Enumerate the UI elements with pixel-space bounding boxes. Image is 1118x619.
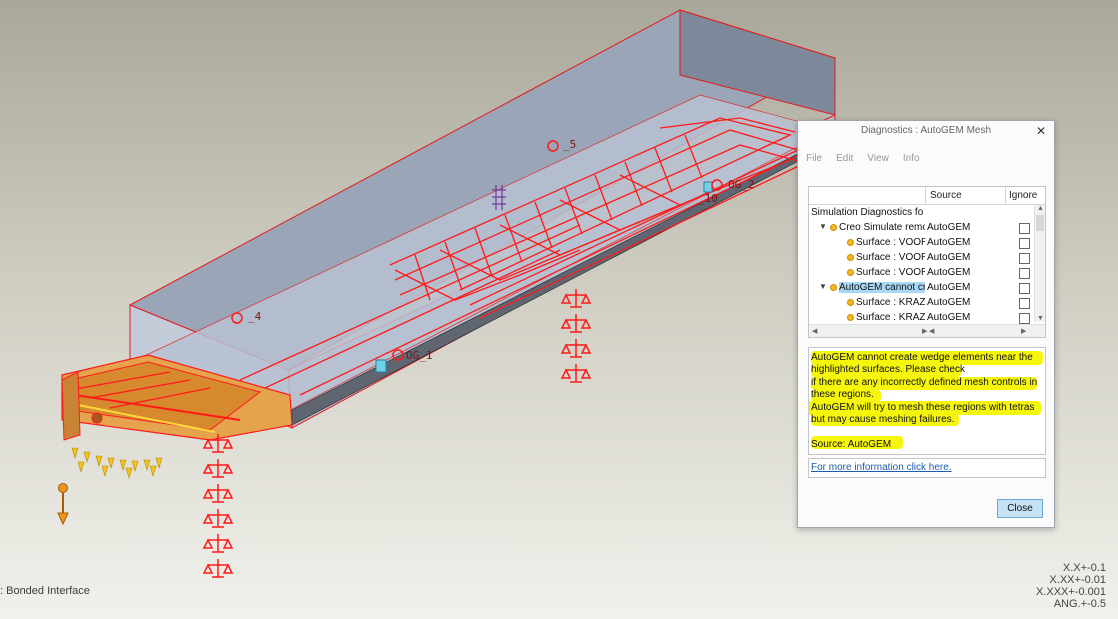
scroll-right-icon[interactable]: ▶ [922,327,927,335]
tolerance-2: X.XX+-0.01 [1049,574,1106,586]
tree-row[interactable]: Surface : KRAZE AutoGEM [809,296,1033,311]
tree-vertical-scrollbar[interactable]: ▲ ▼ [1034,205,1045,322]
ignore-checkbox[interactable] [1019,223,1030,234]
load-marker [57,483,69,526]
expand-toggle-icon[interactable]: ▼ [819,222,827,231]
tree-row-source: AutoGEM [927,222,971,233]
tolerance-3: X.XXX+-0.001 [1035,586,1106,598]
displacement-constraints [71,447,163,480]
warning-dot-icon [830,224,837,231]
warning-dot-icon [847,269,854,276]
diagnostic-message-box: AutoGEM cannot create wedge elements nea… [808,347,1046,455]
expand-toggle-icon[interactable]: ▼ [819,282,827,291]
warning-dot-icon [847,239,854,246]
tree-row-source: AutoGEM [927,297,971,308]
info-link-box: For more information click here. [808,458,1046,478]
dialog-title: Diagnostics : AutoGEM Mesh [860,125,992,136]
diagnostic-message-text: AutoGEM cannot create wedge elements nea… [811,352,1038,450]
warning-dot-icon [830,284,837,291]
more-info-link[interactable]: For more information click here. [811,462,952,473]
ignore-checkbox[interactable] [1019,298,1030,309]
model-label-10: _10 [698,192,718,205]
tree-row-source: AutoGEM [927,252,971,263]
tree-row-source: AutoGEM [927,237,971,248]
tree-row[interactable]: ▼ Creo Simulate remo AutoGEM [809,221,1033,236]
tree-horizontal-scrollbar[interactable]: ◀ ▶ ◀ ▶ [809,324,1045,337]
tree-row-name: Surface : VOORE [856,252,925,263]
scroll-up-icon[interactable]: ▲ [1037,205,1044,212]
tree-row-name: Surface : KRAZE [856,312,925,323]
scroll-left-icon[interactable]: ◀ [812,327,817,335]
tree-row[interactable]: Surface : VOOREAutoGEM [809,266,1033,281]
close-button[interactable]: Close [997,499,1043,518]
ignore-checkbox[interactable] [1019,253,1030,264]
tree-row[interactable]: ▼ AutoGEM cannot cr AutoGEM [809,281,1033,296]
ignore-checkbox[interactable] [1019,283,1030,294]
tree-row-name: Surface : VOORE [856,267,925,278]
tree-row-name: Simulation Diagnostics fo [811,207,924,218]
scroll-right-icon[interactable]: ▶ [1021,327,1026,335]
column-separator[interactable] [925,187,926,204]
status-bonded-interface: : Bonded Interface [0,585,90,597]
tree-row-source: AutoGEM [927,267,971,278]
tolerance-1: X.X+-0.1 [1062,562,1106,574]
tree-row[interactable]: Simulation Diagnostics fo [809,206,1033,221]
scroll-left-icon[interactable]: ◀ [929,327,934,335]
model-label-5: _5 [563,138,577,151]
column-source[interactable]: Source [930,190,962,201]
column-separator[interactable] [1005,187,1006,204]
tree-scroll-thumb[interactable] [1036,215,1044,231]
tree-row-name: Creo Simulate remo [839,222,925,233]
menu-file[interactable]: File [806,153,822,164]
tree-row[interactable]: Surface : VOOREAutoGEM [809,251,1033,266]
tree-row-source: AutoGEM [927,312,971,323]
tree-row-source: AutoGEM [927,282,971,293]
model-label-og2: OG_2 [728,178,755,191]
tolerance-4: ANG.+-0.5 [1053,598,1106,610]
model-label-og1: OG_1 [406,349,433,362]
ignore-checkbox[interactable] [1019,268,1030,279]
tree-row-name: Surface : VOORE [856,237,925,248]
model-label-4: _4 [248,310,262,323]
tree-row-name: Surface : KRAZE [856,297,925,308]
interface-marker-2 [703,181,713,193]
mass-symbols-left [202,434,234,578]
mass-symbols-right [560,289,592,383]
ignore-checkbox[interactable] [1019,313,1030,324]
diagnostics-tree[interactable]: Source Ignore Simulation Diagnostics fo ▼… [808,186,1046,338]
dialog-menu-bar: File Edit View Info [806,153,920,164]
ignore-checkbox[interactable] [1019,238,1030,249]
warning-dot-icon [847,314,854,321]
tree-header: Source Ignore [809,187,1045,205]
warning-dot-icon [847,254,854,261]
interface-marker-1 [375,359,387,373]
tree-row-name: AutoGEM cannot cr [839,282,925,293]
warning-dot-icon [847,299,854,306]
menu-edit[interactable]: Edit [836,153,853,164]
menu-view[interactable]: View [867,153,889,164]
column-ignore[interactable]: Ignore [1009,190,1037,201]
diagnostics-dialog: Diagnostics : AutoGEM Mesh ✕ File Edit V… [797,120,1055,528]
menu-info[interactable]: Info [903,153,920,164]
scroll-down-icon[interactable]: ▼ [1037,315,1044,322]
tree-row[interactable]: Surface : VOOREAutoGEM [809,236,1033,251]
tolerance-table: X.X+-0.1 X.XX+-0.01 X.XXX+-0.001 ANG.+-0… [1036,562,1106,610]
close-icon[interactable]: ✕ [1034,124,1048,138]
